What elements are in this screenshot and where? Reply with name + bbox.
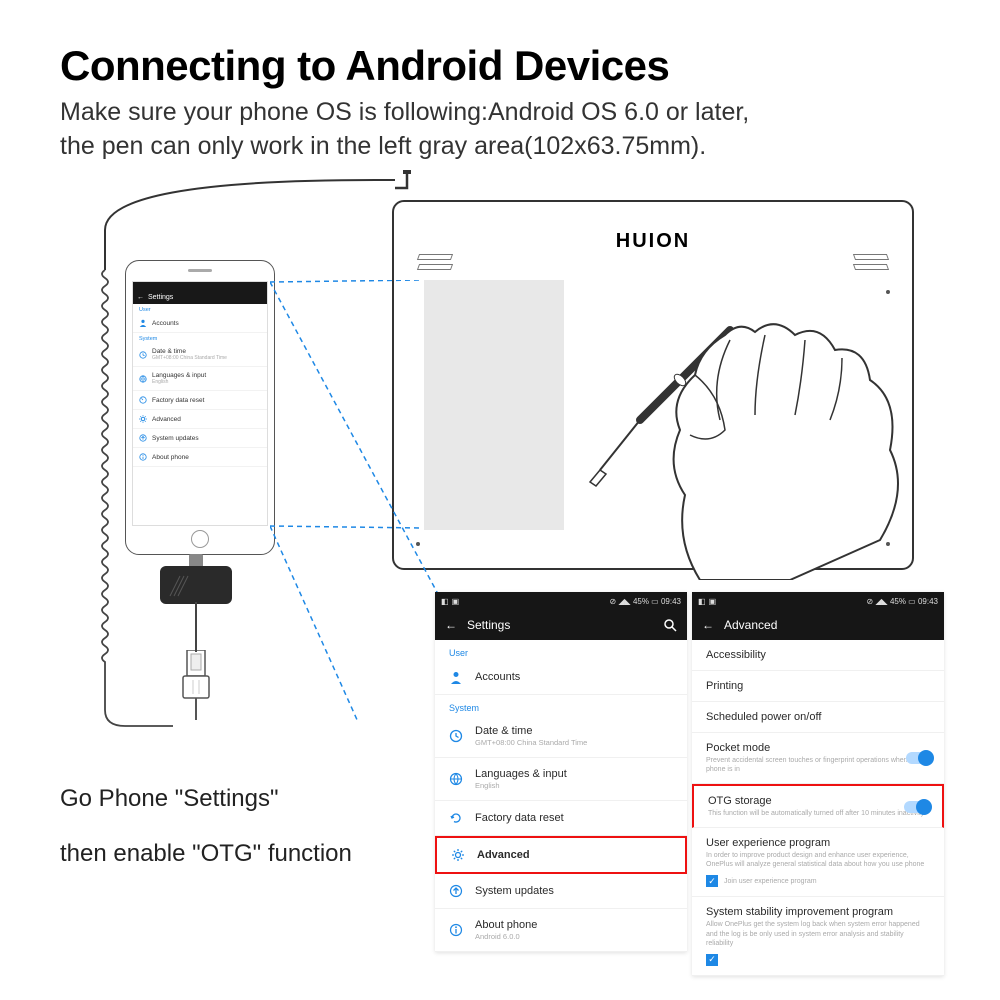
mini-languages: Languages & inputEnglish <box>133 367 267 391</box>
mini-datetime: Date & timeGMT+08:00 China Standard Time <box>133 343 267 367</box>
row-otg-storage[interactable]: OTG storage This function will be automa… <box>692 784 944 828</box>
mini-accounts: Accounts <box>133 314 267 333</box>
row-system-updates[interactable]: System updates <box>435 874 687 909</box>
status-bar-2: ◧▣ ⊘ ◢◣ 45% ▭ 09:43 <box>692 592 944 610</box>
back-icon[interactable]: ← <box>702 618 714 632</box>
section-system: System <box>435 695 687 715</box>
ux-checkbox[interactable]: ✓ <box>706 875 718 887</box>
advanced-header-title: Advanced <box>724 618 777 632</box>
row-accessibility[interactable]: Accessibility <box>692 640 944 671</box>
search-icon[interactable] <box>663 618 677 632</box>
tablet-brand: HUION <box>394 230 912 253</box>
phone-screen: ←Settings User Accounts System Date & ti… <box>132 281 268 526</box>
mini-advanced: Advanced <box>133 410 267 429</box>
advanced-header: ← Advanced <box>692 610 944 640</box>
tablet-express-keys-left <box>418 254 452 270</box>
usb-plug <box>175 650 217 720</box>
row-factory-reset[interactable]: Factory data reset <box>435 801 687 836</box>
gear-icon <box>451 848 465 862</box>
hand-with-pen-illustration <box>580 280 920 580</box>
status-bar: ◧▣ ⊘ ◢◣ 45% ▭ 09:43 <box>435 592 687 610</box>
row-accounts[interactable]: Accounts <box>435 660 687 695</box>
pocket-toggle[interactable] <box>906 752 932 764</box>
mini-header: ←Settings <box>133 290 267 304</box>
row-stability-program[interactable]: System stability improvement program All… <box>692 897 944 975</box>
advanced-screenshot: ◧▣ ⊘ ◢◣ 45% ▭ 09:43 ← Advanced Accessibi… <box>692 592 944 976</box>
mini-updates: System updates <box>133 429 267 448</box>
tablet-express-keys-right <box>854 254 888 270</box>
row-user-experience[interactable]: User experience program In order to impr… <box>692 828 944 897</box>
row-advanced[interactable]: Advanced <box>435 836 687 874</box>
row-scheduled-power[interactable]: Scheduled power on/off <box>692 702 944 733</box>
mini-status-bar <box>133 282 267 290</box>
mini-section-user: User <box>133 304 267 314</box>
accounts-icon <box>449 670 463 684</box>
settings-header-title: Settings <box>467 618 510 632</box>
row-languages[interactable]: Languages & inputEnglish <box>435 758 687 801</box>
row-about-phone[interactable]: About phoneAndroid 6.0.0 <box>435 909 687 952</box>
reset-icon <box>449 811 463 825</box>
page-title: Connecting to Android Devices <box>60 42 669 90</box>
info-icon <box>449 923 463 937</box>
section-user: User <box>435 640 687 660</box>
otg-adapter <box>160 566 232 604</box>
phone-speaker <box>188 269 212 272</box>
mini-about: About phone <box>133 448 267 467</box>
phone-home-button <box>191 530 209 548</box>
otg-cable-segment <box>188 602 208 654</box>
otg-toggle[interactable] <box>904 801 930 813</box>
clock-icon <box>449 729 463 743</box>
stability-checkbox[interactable]: ✓ <box>706 954 718 966</box>
mini-section-system: System <box>133 333 267 343</box>
tablet-active-area <box>424 280 564 530</box>
update-icon <box>449 884 463 898</box>
instruction-step1: Go Phone "Settings" <box>60 785 279 813</box>
instruction-step2: then enable "OTG" function <box>60 840 352 868</box>
mini-factory: Factory data reset <box>133 391 267 410</box>
phone-device: ←Settings User Accounts System Date & ti… <box>125 260 275 555</box>
back-icon[interactable]: ← <box>445 618 457 632</box>
row-datetime[interactable]: Date & timeGMT+08:00 China Standard Time <box>435 715 687 758</box>
settings-screenshot: ◧▣ ⊘ ◢◣ 45% ▭ 09:43 ← Settings User Acco… <box>435 592 687 952</box>
subtitle: Make sure your phone OS is following:And… <box>60 96 749 164</box>
subtitle-line2: the pen can only work in the left gray a… <box>60 130 749 164</box>
row-pocket-mode[interactable]: Pocket mode Prevent accidental screen to… <box>692 733 944 784</box>
settings-header: ← Settings <box>435 610 687 640</box>
subtitle-line1: Make sure your phone OS is following:And… <box>60 96 749 130</box>
globe-icon <box>449 772 463 786</box>
row-printing[interactable]: Printing <box>692 671 944 702</box>
